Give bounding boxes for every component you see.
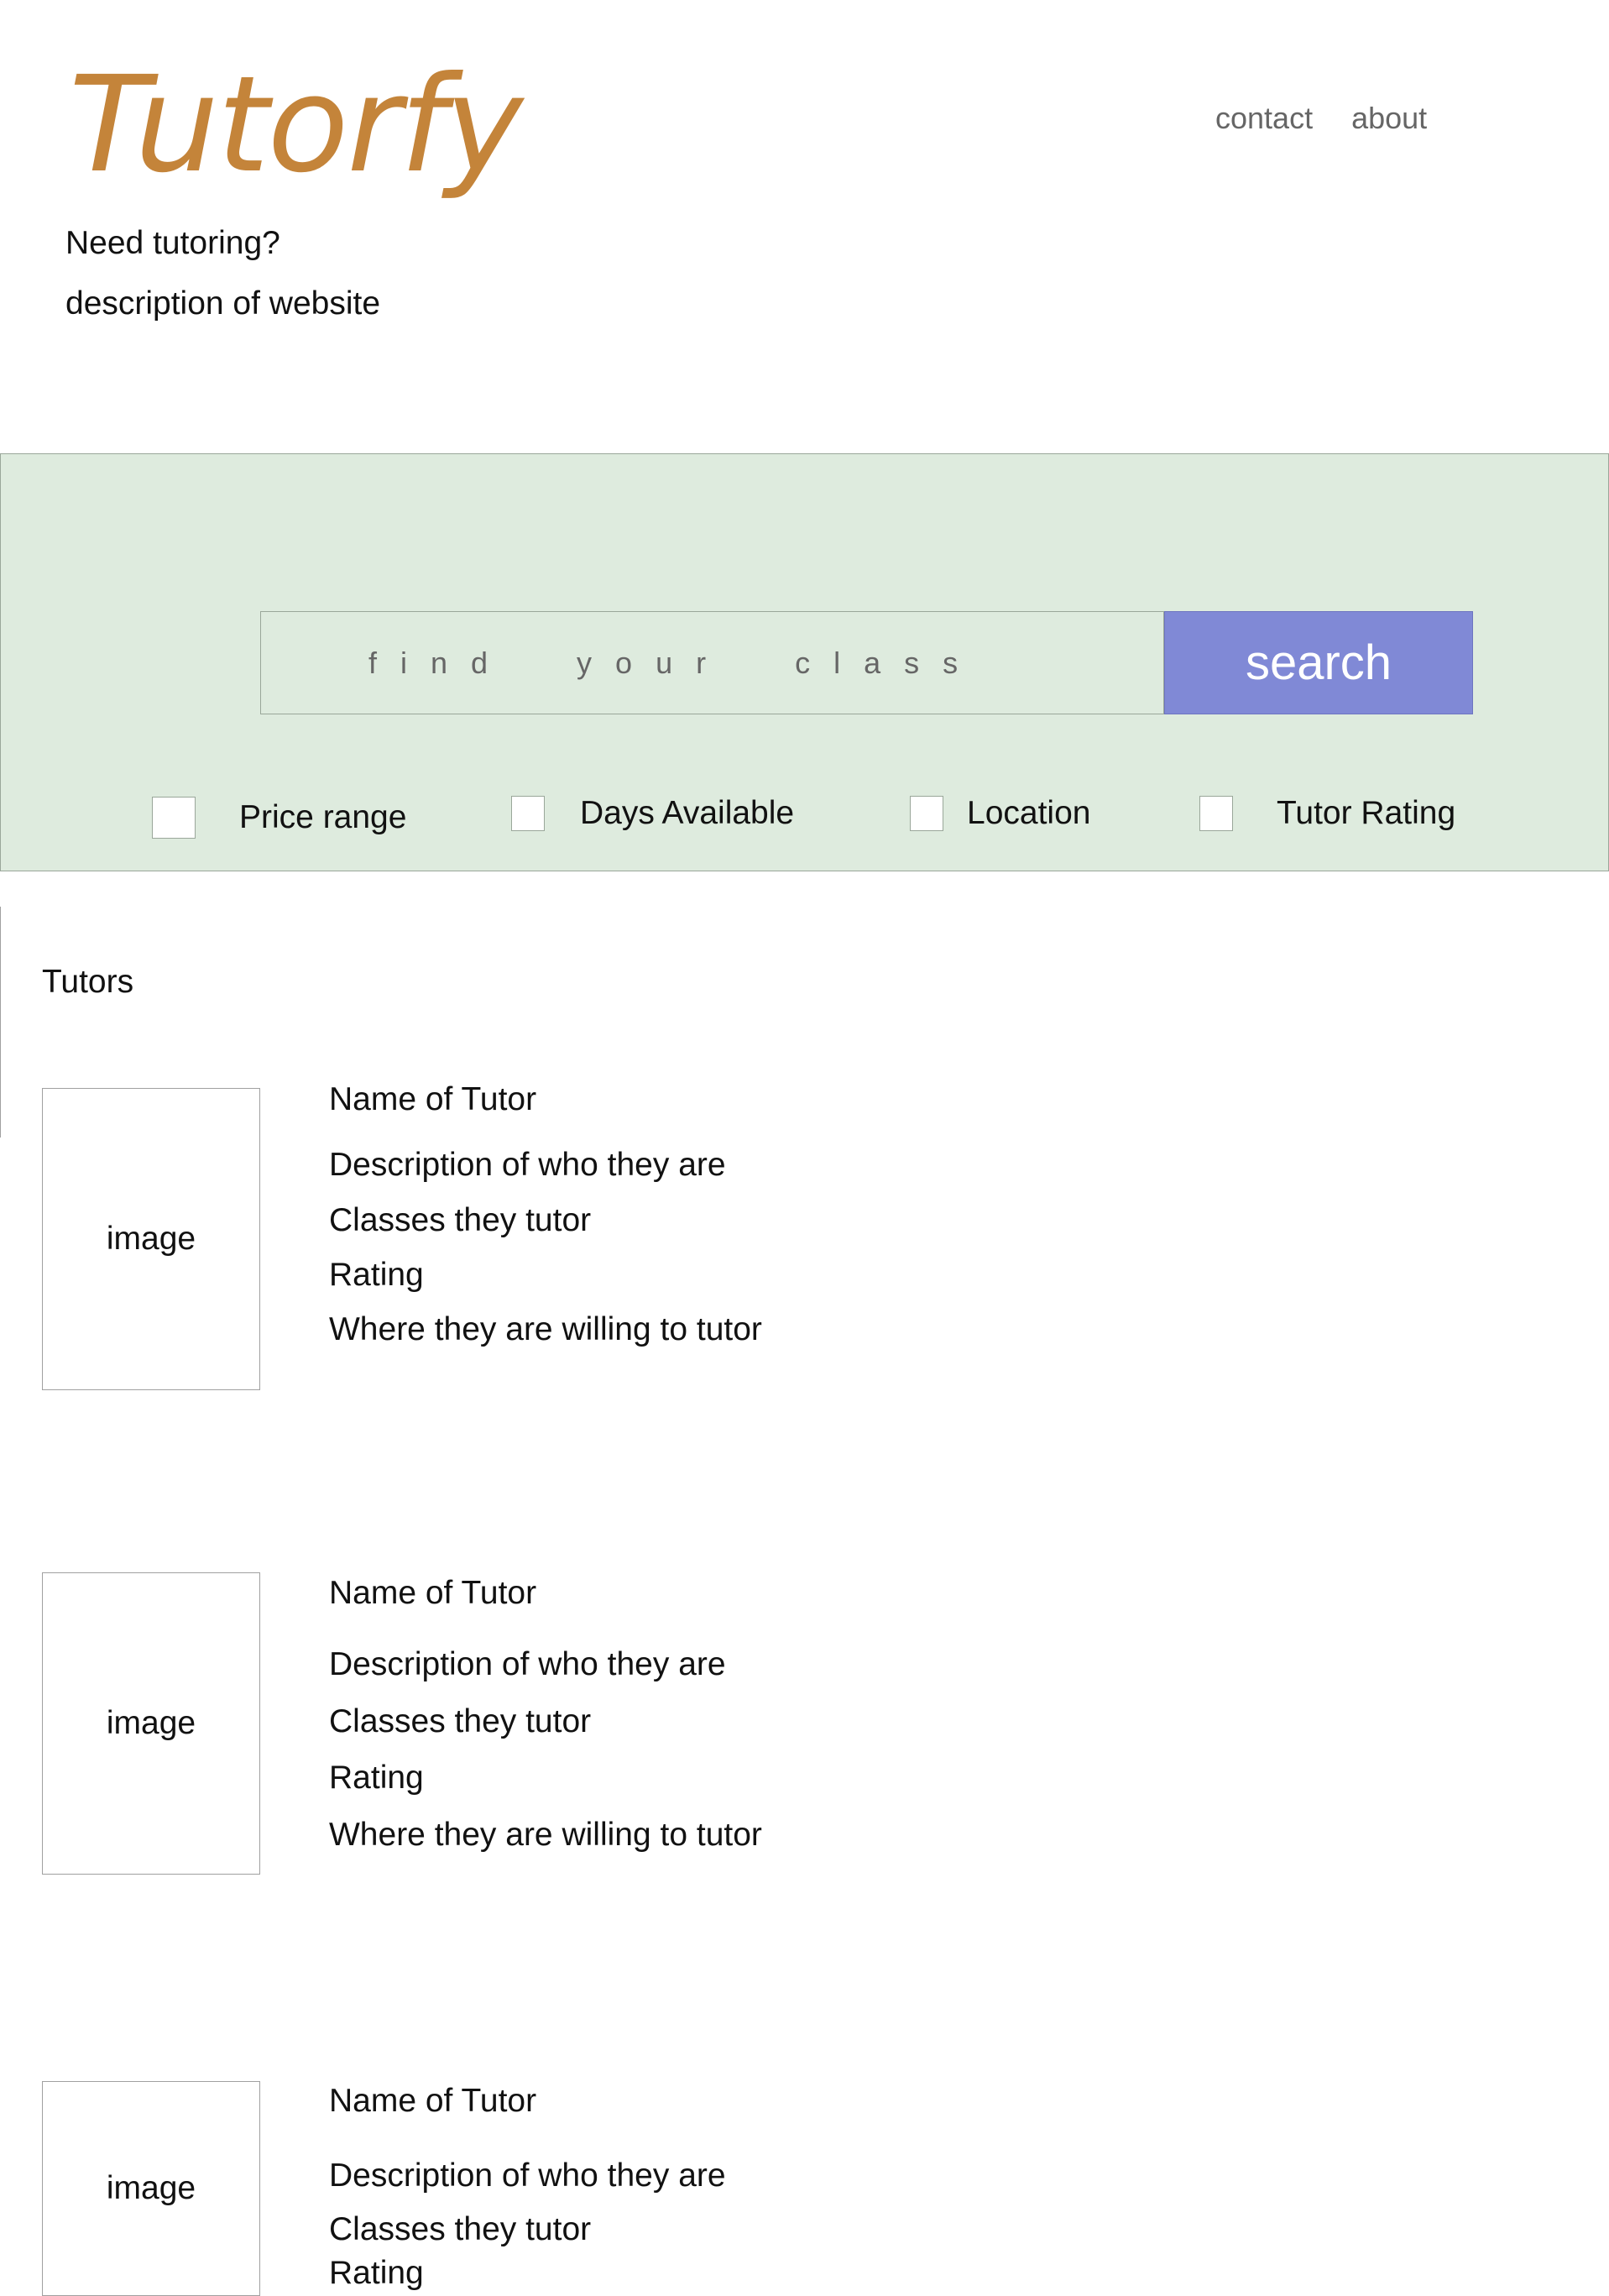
filter-price-range[interactable]: Price range xyxy=(152,797,406,839)
tutor-location: Where they are willing to tutor xyxy=(329,1311,762,1347)
price-range-checkbox[interactable] xyxy=(152,797,196,839)
location-checkbox[interactable] xyxy=(910,796,943,831)
filter-tutor-rating[interactable]: Tutor Rating xyxy=(1199,795,1455,832)
tutor-classes: Classes they tutor xyxy=(329,2211,592,2247)
tutor-classes: Classes they tutor xyxy=(329,1202,592,1238)
tutor-rating: Rating xyxy=(329,2255,424,2291)
tutor-description: Description of who they are xyxy=(329,1646,726,1682)
tutor-name[interactable]: Name of Tutor xyxy=(329,2083,536,2120)
tutor-name[interactable]: Name of Tutor xyxy=(329,1575,536,1612)
filter-days-available[interactable]: Days Available xyxy=(511,795,794,832)
hero-tagline: Need tutoring? xyxy=(65,225,280,261)
filter-location[interactable]: Location xyxy=(910,795,1090,832)
tutor-rating-checkbox[interactable] xyxy=(1199,796,1233,831)
section-divider xyxy=(0,907,1,1138)
nav-link-contact[interactable]: contact xyxy=(1215,101,1313,136)
tutor-rating: Rating xyxy=(329,1760,424,1796)
site-logo[interactable]: Tutorfy xyxy=(69,59,523,191)
filter-label: Price range xyxy=(239,799,407,835)
hero-description: description of website xyxy=(65,285,381,322)
tutor-rating: Rating xyxy=(329,1257,424,1293)
filter-label: Location xyxy=(967,795,1091,831)
tutor-location: Where they are willing to tutor xyxy=(329,1817,762,1853)
top-nav: contact about xyxy=(1215,101,1427,136)
tutors-section-title: Tutors xyxy=(42,964,134,1000)
tutor-description: Description of who they are xyxy=(329,2157,726,2194)
tutor-description: Description of who they are xyxy=(329,1147,726,1183)
tutor-image[interactable]: image xyxy=(42,2081,260,2296)
tutor-image[interactable]: image xyxy=(42,1088,260,1390)
filter-label: Days Available xyxy=(580,795,795,831)
filter-label: Tutor Rating xyxy=(1277,795,1456,831)
tutor-classes: Classes they tutor xyxy=(329,1703,592,1739)
search-panel: find your class search Price range Days … xyxy=(0,453,1609,871)
nav-link-about[interactable]: about xyxy=(1351,101,1427,136)
search-button[interactable]: search xyxy=(1164,611,1473,714)
days-available-checkbox[interactable] xyxy=(511,796,545,831)
tutor-image[interactable]: image xyxy=(42,1572,260,1875)
class-search-input[interactable]: find your class xyxy=(260,611,1164,714)
tutor-name[interactable]: Name of Tutor xyxy=(329,1081,536,1118)
